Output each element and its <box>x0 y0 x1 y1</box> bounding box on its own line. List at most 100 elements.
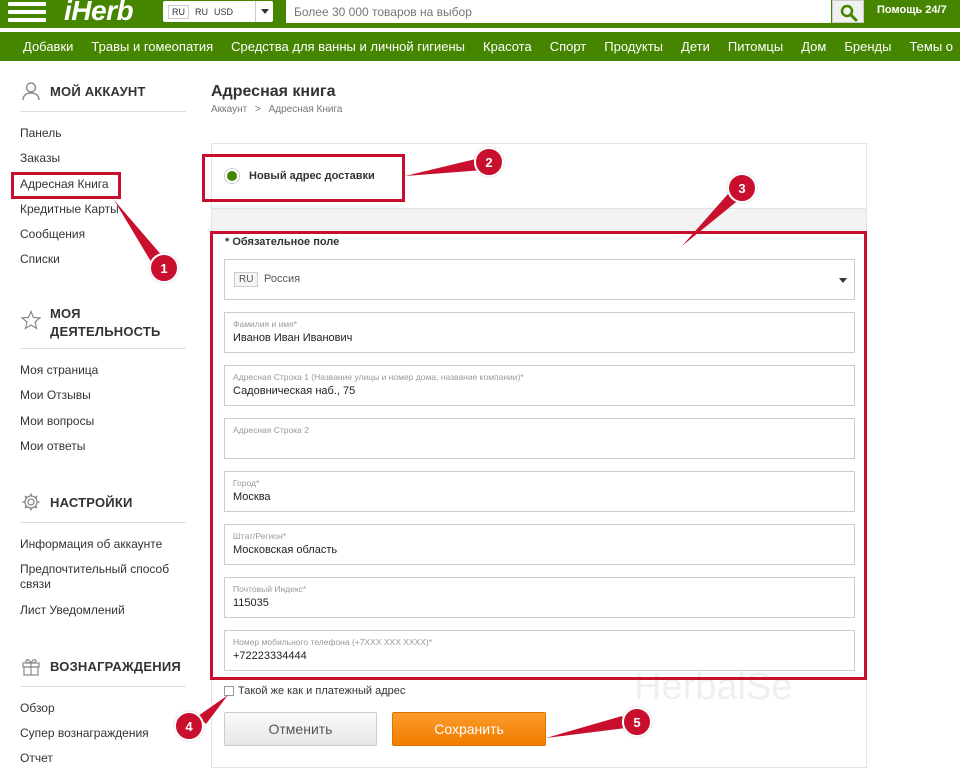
country-code-badge: RU <box>234 272 259 287</box>
field-value: Московская область <box>233 544 338 556</box>
breadcrumb-separator: > <box>254 104 261 115</box>
address-line2-field[interactable]: Адресная Строка 2 <box>224 418 855 459</box>
category-link[interactable]: Дети <box>672 32 719 61</box>
sidebar-section-title: МОЙ АККАУНТ <box>50 83 146 99</box>
gift-icon <box>20 655 42 677</box>
divider <box>20 686 186 687</box>
category-link[interactable]: Темы о <box>900 32 960 61</box>
radio-dot <box>227 171 237 181</box>
postal-code-field[interactable]: Почтовый Индекс* 115035 <box>224 577 855 618</box>
iherb-logo[interactable]: iHerb <box>64 0 134 27</box>
sidebar-item-lists[interactable]: Списки <box>20 252 60 267</box>
sidebar-item-my-questions[interactable]: Мои вопросы <box>20 414 94 429</box>
category-link[interactable]: Бренды <box>835 32 900 61</box>
field-value: Садовническая наб., 75 <box>233 385 356 397</box>
sidebar-item-report[interactable]: Отчет <box>20 751 53 766</box>
annotation-badge-4: 4 <box>174 711 204 741</box>
sidebar-item-credit-cards[interactable]: Кредитные Карты <box>20 202 119 217</box>
section-title-line: МОЯ <box>50 306 81 321</box>
sidebar-item-dashboard[interactable]: Панель <box>20 126 61 141</box>
search-input[interactable] <box>286 0 831 23</box>
address-line1-field[interactable]: Адресная Строка 1 (Название улицы и номе… <box>224 365 855 406</box>
annotation-badge-1: 1 <box>149 253 179 283</box>
breadcrumb-link-account[interactable]: Аккаунт <box>211 104 247 115</box>
sidebar-section-activity: МОЯ ДЕЯТЕЛЬНОСТЬ <box>20 305 161 341</box>
field-label: Адресная Строка 1 (Название улицы и номе… <box>233 372 524 382</box>
field-value: Иванов Иван Иванович <box>233 332 353 344</box>
search-button[interactable] <box>832 0 864 23</box>
category-link[interactable]: Травы и гомеопатия <box>82 32 222 61</box>
field-value: +72223334444 <box>233 650 307 662</box>
sidebar-section-account: МОЙ АККАУНТ <box>20 80 146 102</box>
annotation-badge-3: 3 <box>727 173 757 203</box>
field-label: Город* <box>233 478 260 488</box>
field-label: Номер мобильного телефона (+7XXX XXX XXX… <box>233 637 433 647</box>
breadcrumb: Аккаунт > Адресная Книга <box>211 104 342 115</box>
sidebar-section-rewards: ВОЗНАГРАЖДЕНИЯ <box>20 655 181 677</box>
field-label: Адресная Строка 2 <box>233 425 309 435</box>
page-title: Адресная книга <box>211 83 336 100</box>
cancel-button[interactable]: Отменить <box>224 712 377 746</box>
sidebar-item-account-info[interactable]: Информация об аккаунте <box>20 537 162 552</box>
field-label: Почтовый Индекс* <box>233 584 307 594</box>
country-name: Россия <box>264 273 301 285</box>
new-address-label: Новый адрес доставки <box>249 170 375 182</box>
sidebar-item-messages[interactable]: Сообщения <box>20 227 85 242</box>
sidebar-item-overview[interactable]: Обзор <box>20 701 55 716</box>
locale-selector[interactable]: RU RU USD <box>163 1 273 22</box>
hamburger-menu-icon[interactable] <box>8 2 46 22</box>
category-link[interactable]: Продукты <box>595 32 672 61</box>
sidebar-section-title: МОЯ ДЕЯТЕЛЬНОСТЬ <box>50 305 161 341</box>
field-label: Штат/Регион* <box>233 531 286 541</box>
radio-selected[interactable] <box>224 168 240 184</box>
city-field[interactable]: Город* Москва <box>224 471 855 512</box>
currency-code: USD <box>214 6 234 17</box>
section-title-line: ДЕЯТЕЛЬНОСТЬ <box>50 324 161 339</box>
sidebar-item-my-answers[interactable]: Мои ответы <box>20 439 85 454</box>
sidebar-section-title: НАСТРОЙКИ <box>50 494 133 510</box>
sidebar-section-settings: НАСТРОЙКИ <box>20 491 133 513</box>
divider <box>20 111 186 112</box>
category-link[interactable]: Средства для ванны и личной гигиены <box>222 32 474 61</box>
same-as-billing-checkbox[interactable] <box>224 686 234 696</box>
help-link[interactable]: Помощь 24/7 <box>877 4 947 16</box>
sidebar-item-notifications[interactable]: Лист Уведомлений <box>20 603 125 618</box>
region-field[interactable]: Штат/Регион* Московская область <box>224 524 855 565</box>
search-icon <box>840 4 858 22</box>
field-value: Москва <box>233 491 271 503</box>
same-as-billing-label: Такой же как и платежный адрес <box>238 685 406 697</box>
category-nav: Добавки Травы и гомеопатия Средства для … <box>0 32 960 61</box>
gear-icon <box>20 491 42 513</box>
mobile-phone-field[interactable]: Номер мобильного телефона (+7XXX XXX XXX… <box>224 630 855 671</box>
save-button[interactable]: Сохранить <box>392 712 546 746</box>
language-chip: RU <box>168 4 189 19</box>
sidebar-item-address-book[interactable]: Адресная Книга <box>20 177 109 192</box>
required-note: * Обязательное поле <box>225 236 340 248</box>
breadcrumb-current: Адресная Книга <box>268 104 343 115</box>
sidebar-item-orders[interactable]: Заказы <box>20 151 60 166</box>
country-code: RU <box>195 6 208 17</box>
category-link[interactable]: Питомцы <box>719 32 792 61</box>
annotation-badge-2: 2 <box>474 147 504 177</box>
divider <box>20 522 186 523</box>
star-icon <box>20 309 42 331</box>
same-as-billing-option[interactable]: Такой же как и платежный адрес <box>224 685 405 697</box>
category-link[interactable]: Дом <box>792 32 835 61</box>
user-icon <box>20 80 42 102</box>
annotation-badge-5: 5 <box>622 707 652 737</box>
sidebar-item-my-reviews[interactable]: Мои Отзывы <box>20 388 91 403</box>
category-link[interactable]: Красота <box>474 32 541 61</box>
sidebar-section-title: ВОЗНАГРАЖДЕНИЯ <box>50 658 181 674</box>
field-value: 115035 <box>233 597 269 609</box>
link-text-line: связи <box>20 577 51 591</box>
dropdown-arrow-icon <box>839 278 847 283</box>
top-bar: iHerb RU RU USD Помощь 24/7 <box>0 0 960 28</box>
sidebar-item-contact-preference[interactable]: Предпочтительный способ связи <box>20 562 169 592</box>
full-name-field[interactable]: Фамилия и имя* Иванов Иван Иванович <box>224 312 855 353</box>
new-address-option[interactable]: Новый адрес доставки <box>224 168 375 184</box>
category-link[interactable]: Добавки <box>0 32 82 61</box>
country-select[interactable]: RU Россия <box>224 259 855 300</box>
sidebar-item-my-page[interactable]: Моя страница <box>20 363 98 378</box>
sidebar-item-super-rewards[interactable]: Супер вознаграждения <box>20 726 149 741</box>
category-link[interactable]: Спорт <box>541 32 596 61</box>
